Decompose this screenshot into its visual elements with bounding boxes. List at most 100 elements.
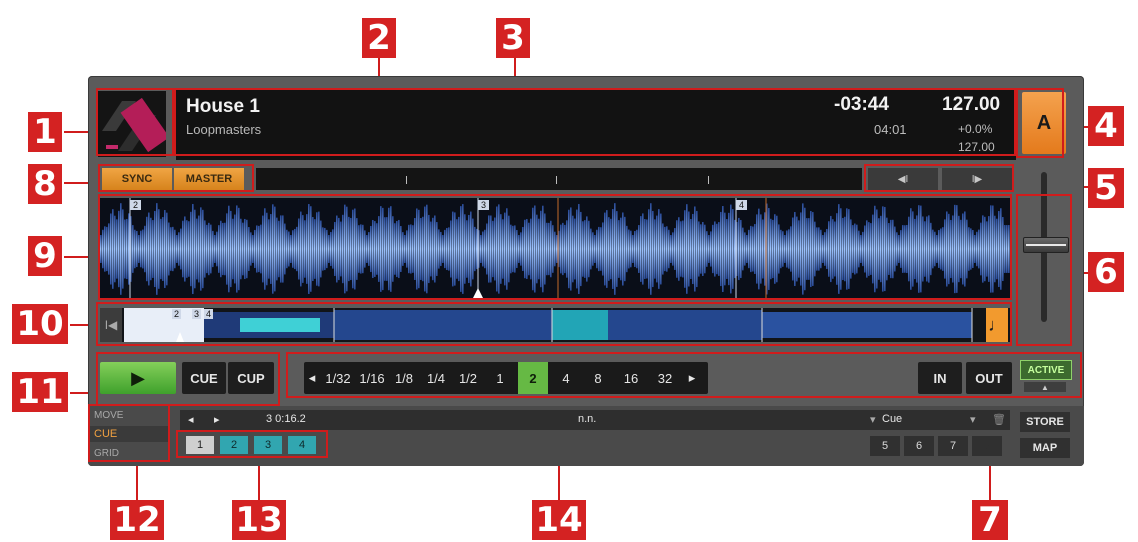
hotcue-3[interactable]: 3: [254, 436, 282, 454]
loop-size-selector: ◂ 1/32 1/16 1/8 1/4 1/2 1 2 4 8 16 32 ▸: [304, 362, 708, 394]
waveform-bar: [866, 220, 868, 278]
loop-size-1-8[interactable]: 1/8: [388, 362, 420, 394]
flux-mode-button[interactable]: ♩: [986, 308, 1008, 342]
waveform-bar: [484, 229, 486, 269]
expand-advanced-panel-button[interactable]: ▲: [1024, 382, 1066, 392]
waveform-bar: [412, 225, 414, 273]
sync-button[interactable]: SYNC: [102, 168, 172, 190]
waveform-bar: [752, 226, 754, 272]
store-button[interactable]: STORE: [1020, 412, 1070, 432]
cue-marker-4[interactable]: 4: [736, 200, 748, 210]
hotcue-7[interactable]: 7: [938, 436, 968, 456]
waveform-bar: [740, 219, 742, 279]
waveform-bar: [908, 216, 910, 282]
waveform-bar: [312, 216, 314, 282]
waveform-bar: [458, 216, 460, 282]
hotcue-5[interactable]: 5: [870, 436, 900, 456]
loop-next-arrow[interactable]: ▸: [684, 362, 700, 394]
loop-active-button[interactable]: ACTIVE: [1020, 360, 1072, 380]
waveform-bar: [614, 203, 616, 295]
loop-size-1-4[interactable]: 1/4: [420, 362, 452, 394]
loop-size-2[interactable]: 2: [518, 362, 548, 394]
beat-jump-back-button[interactable]: ◀I: [868, 168, 938, 190]
loop-size-8[interactable]: 8: [582, 362, 614, 394]
waveform-bar: [678, 217, 680, 281]
waveform-bar: [750, 225, 752, 273]
waveform-bar: [904, 225, 906, 273]
cue-prev-arrow[interactable]: ◂: [188, 413, 194, 426]
trash-icon[interactable]: 🗑: [992, 413, 1006, 426]
waveform-display[interactable]: 2 3 4: [100, 198, 1010, 300]
waveform-bar: [158, 209, 160, 289]
waveform-bar: [942, 227, 944, 271]
waveform-bar: [768, 208, 770, 290]
waveform-bar: [764, 212, 766, 286]
waveform-bar: [954, 204, 956, 294]
cue-next-arrow[interactable]: ▸: [214, 413, 220, 426]
cover-art-icon: [98, 91, 166, 157]
waveform-bar: [332, 229, 334, 269]
mode-grid[interactable]: GRID: [94, 448, 119, 459]
waveform-bar: [876, 209, 878, 289]
waveform-bar: [760, 214, 762, 284]
waveform-bar: [630, 230, 632, 268]
cue-button[interactable]: CUE: [182, 362, 226, 394]
cue-marker-3[interactable]: 3: [478, 200, 490, 210]
stripe-overview[interactable]: 2 3 4: [100, 308, 1010, 342]
loop-in-button[interactable]: IN: [918, 362, 962, 394]
cup-button[interactable]: CUP: [228, 362, 274, 394]
play-button[interactable]: ▶: [100, 362, 176, 394]
waveform-bar: [848, 209, 850, 289]
waveform-bar: [790, 226, 792, 272]
loop-size-1[interactable]: 1: [484, 362, 516, 394]
loop-size-4[interactable]: 4: [550, 362, 582, 394]
mode-cue[interactable]: CUE: [90, 426, 170, 442]
waveform-bar: [476, 228, 478, 270]
mode-move[interactable]: MOVE: [94, 410, 123, 421]
jump-to-start-button[interactable]: I◀: [100, 308, 122, 342]
waveform-bar: [164, 210, 166, 288]
hotcue-2[interactable]: 2: [220, 436, 248, 454]
waveform-bar: [792, 217, 794, 281]
loop-size-16[interactable]: 16: [614, 362, 648, 394]
waveform-bar: [728, 212, 730, 286]
hotcue-4[interactable]: 4: [288, 436, 316, 454]
beat-jump-forward-button[interactable]: I▶: [942, 168, 1012, 190]
waveform-bar: [928, 215, 930, 283]
waveform-bar: [1004, 225, 1006, 273]
hotcue-1[interactable]: 1: [186, 436, 214, 454]
waveform-bar: [250, 232, 252, 266]
waveform-bar: [418, 209, 420, 289]
loop-size-1-32[interactable]: 1/32: [320, 362, 356, 394]
waveform-bar: [520, 232, 522, 266]
waveform-bar: [820, 229, 822, 269]
hotcue-6[interactable]: 6: [904, 436, 934, 456]
waveform-bar: [360, 224, 362, 274]
cue-marker-2[interactable]: 2: [130, 200, 142, 210]
loop-prev-arrow[interactable]: ◂: [304, 362, 320, 394]
loop-size-1-2[interactable]: 1/2: [452, 362, 484, 394]
waveform-bar: [960, 219, 962, 279]
master-button[interactable]: MASTER: [174, 168, 244, 190]
deck-letter-button[interactable]: A: [1022, 92, 1066, 154]
cue-name-field[interactable]: n.n.: [578, 413, 596, 425]
tempo-fader-handle[interactable]: [1023, 237, 1069, 253]
loop-size-32[interactable]: 32: [648, 362, 682, 394]
waveform-bar: [218, 225, 220, 273]
waveform-bar: [672, 232, 674, 266]
waveform-bar: [234, 214, 236, 284]
stripe-marker-2: 2: [172, 309, 182, 319]
waveform-bar: [734, 219, 736, 279]
waveform-bar: [252, 235, 254, 263]
waveform-bar: [690, 218, 692, 280]
cue-type-select[interactable]: Cue: [882, 413, 902, 425]
map-button[interactable]: MAP: [1020, 438, 1070, 458]
waveform-bar: [706, 231, 708, 267]
waveform-bar: [302, 215, 304, 283]
waveform-bar: [1006, 225, 1008, 273]
waveform-bar: [856, 224, 858, 274]
loop-size-1-16[interactable]: 1/16: [356, 362, 388, 394]
hotcue-8[interactable]: 8: [972, 436, 1002, 456]
waveform-bar: [598, 226, 600, 272]
loop-out-button[interactable]: OUT: [966, 362, 1012, 394]
